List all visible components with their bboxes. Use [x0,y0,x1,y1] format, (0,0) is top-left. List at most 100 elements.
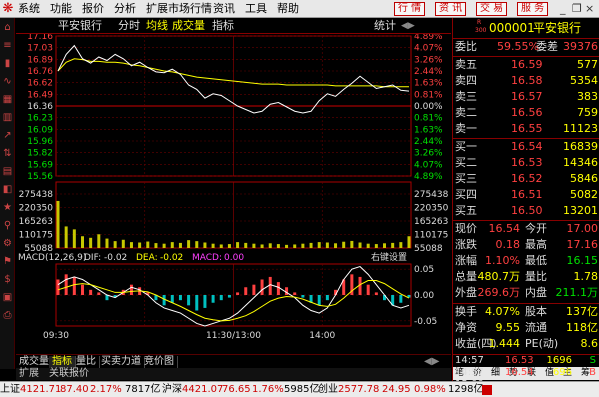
settings-icon[interactable]: ⚙ [2,238,13,249]
btab-scroll-icon[interactable]: ◀▶ [421,356,442,368]
btab-extend[interactable]: 扩展 [16,368,42,380]
stat-label: 涨幅 [455,254,477,267]
macd-macd-value: 0.00 [224,253,244,263]
price-tick-label: 16.49 [27,90,53,100]
pct-tick-label: 1.63% [414,125,443,135]
compare-icon[interactable]: ⇅ [2,148,13,159]
macd-dea-label: DEA: [136,253,158,263]
sell-volume: 5354 [570,74,598,87]
fund-label-2: 流通 [525,321,547,334]
sell-row: 卖二 16.56 759 [453,105,599,121]
sh-index: 4121.71 [20,384,62,395]
menu-extended-market[interactable]: 扩展市场行情 [146,2,212,15]
sh-change: 87.40 [60,384,89,395]
minute-chart-icon[interactable]: ∿ [2,76,13,87]
buy-level-label: 买五 [455,204,477,217]
stat-button[interactable]: 统计 [374,20,396,32]
intraday-chart[interactable]: 17.16 4.89% 17.03 4.07% 16.89 3.26% 16.76 2.44%… [16,34,451,341]
sell-price: 16.58 [511,74,543,87]
btab-auction[interactable]: 竞价图 [141,356,178,368]
tab-indicator[interactable]: 指标 [212,20,234,32]
menu-tools[interactable]: 工具 [245,2,267,15]
menu-help[interactable]: 帮助 [277,2,299,15]
macd-dea-value: -0.02 [160,253,183,263]
cy-index: 2577.78 [338,384,380,395]
price-tick-label: 16.23 [27,114,53,124]
quick-market-button[interactable]: 行 情 [394,2,426,16]
chart-stock-name: 平安银行 [58,19,102,32]
tick-flag: S [589,355,596,366]
stat-value-2: 17.16 [566,238,599,251]
sell-volume: 759 [577,106,598,119]
left-toolbar: ⌂ ≡ ▮ ∿ ▦ ▥ ↗ ⇅ ▤ ◧ ★ ⚲ ⚙ ⚑ $ ▣ ⎙ [0,18,15,369]
restore-icon[interactable]: ❐ [572,2,582,15]
bar-chart-icon[interactable]: ▥ [2,112,13,123]
sh-label: 上证 [0,384,20,395]
sz-change: 76.65 [222,384,251,395]
quick-info-button[interactable]: 资 讯 [435,2,467,16]
stat-row: 外盘 269.6万 内盘 211.1万 [453,285,599,301]
tick-flag: B [589,367,596,378]
cy-label: 创业 [318,384,338,395]
menu-quote[interactable]: 报价 [82,2,104,15]
time-tick-label: 14:00 [309,331,335,341]
grid-icon[interactable]: ▦ [2,94,13,105]
sell-price: 16.55 [511,122,543,135]
buy-row: 买一 16.54 16839 [453,139,599,155]
quick-service-button[interactable]: 服 务 [517,2,549,16]
vol-tick-label: 220350 [19,204,54,214]
chart-header: 平安银行 分时 均线 成交量 指标 统计 ◀▶ [16,18,451,34]
btab-volume[interactable]: 成交量 [16,356,53,368]
macd-tick-label: -0.05 [414,317,437,327]
btab-related[interactable]: 关联报价 [46,368,92,380]
stat-label: 涨跌 [455,238,477,251]
tick-time: 14:57 [455,355,484,366]
tab-minute[interactable]: 分时 [118,20,140,32]
menu-bar: ❋ 系统 功能 报价 分析 扩展市场行情 资讯 工具 帮助 行 情 资 讯 交 … [0,0,599,18]
btab-buy-sell-force[interactable]: 买卖力道 [98,356,145,368]
menu-function[interactable]: 功能 [50,2,72,15]
menu-analysis[interactable]: 分析 [114,2,136,15]
quick-trade-button[interactable]: 交 易 [476,2,508,16]
weibi-value: 59.55% [497,40,539,53]
minimize-icon[interactable]: _ [560,2,566,15]
kline-icon[interactable]: ▮ [2,58,13,69]
stat-value: 16.54 [488,222,521,235]
sell-row: 卖一 16.55 11123 [453,121,599,137]
f10-icon[interactable]: ◧ [2,184,13,195]
alert-icon[interactable]: ⚑ [2,256,13,267]
stat-label-2: 最高 [525,238,547,251]
news-icon[interactable]: ▤ [2,166,13,177]
stat-value-2: 1.78 [573,270,599,283]
home-icon[interactable]: ⌂ [2,22,13,33]
macd-setting: 右键设置 [371,251,407,263]
bottom-tab-bar: 成交量 指标 量比 买卖力道 竞价图 ◀▶ [16,354,451,368]
buy-volume: 13201 [563,204,598,217]
vol-tick-label-right: 110175 [414,231,448,241]
stat-label-2: 最低 [525,254,547,267]
stat-value: 480.7万 [477,270,521,283]
cy-change: 24.95 [382,384,411,395]
buy-volume: 5082 [570,188,598,201]
print-icon[interactable]: ⎙ [2,310,13,321]
favorite-icon[interactable]: ★ [2,202,13,213]
close-icon[interactable]: × [585,2,594,15]
tick-volume: 696 [552,367,572,378]
trade-icon[interactable]: $ [2,274,13,285]
menu-info[interactable]: 资讯 [213,2,235,15]
trend-icon[interactable]: ↗ [2,130,13,141]
buy-price: 16.50 [511,204,543,217]
tab-avg-line[interactable]: 均线 [146,20,168,32]
menu-system[interactable]: 系统 [18,2,40,15]
header-arrows-icon[interactable]: ◀▶ [401,20,415,32]
list-icon[interactable]: ≡ [2,40,13,51]
window-icon[interactable]: ▣ [2,292,13,303]
buy-volume: 14346 [563,156,598,169]
weicha-label: 委差 [536,40,558,53]
tab-volume[interactable]: 成交量 [172,20,205,32]
stat-label: 总量 [455,270,477,283]
btab-indicator[interactable]: 指标 [49,356,76,368]
search-icon[interactable]: ⚲ [2,220,13,231]
cy-amount: 1298亿 [448,384,484,395]
btab-volume-ratio[interactable]: 量比 [73,356,100,368]
